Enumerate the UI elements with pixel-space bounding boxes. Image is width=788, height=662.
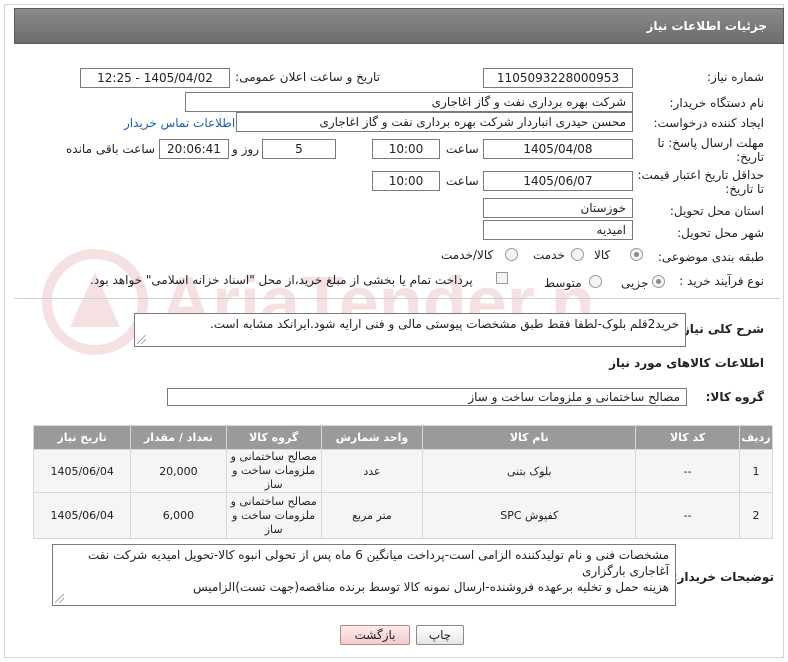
buyer-org-label: نام دستگاه خریدار: bbox=[669, 96, 765, 110]
print-button[interactable]: چاپ bbox=[416, 625, 464, 645]
buyer-contact-link[interactable]: اطلاعات تماس خریدار bbox=[124, 116, 235, 130]
announce-datetime-label: تاریخ و ساعت اعلان عمومی: bbox=[235, 70, 380, 84]
table-row: 1 -- بلوک بتنی عدد مصالح ساختمانی و ملزو… bbox=[32, 449, 774, 493]
price-validity-time: 10:00 bbox=[372, 171, 440, 191]
reply-deadline-days: 5 bbox=[262, 139, 336, 159]
buyer-notes-line-2: آغاجاری بارگزاری bbox=[582, 564, 669, 578]
reply-deadline-time: 10:00 bbox=[372, 139, 440, 159]
resize-handle[interactable] bbox=[137, 335, 146, 344]
reply-deadline-remaining: 20:06:41 bbox=[159, 139, 229, 159]
purchase-type-option-minor: جزیی bbox=[621, 276, 649, 290]
buyer-notes-field: مشخصات فنی و نام تولیدکننده الزامی است-پ… bbox=[52, 544, 676, 606]
buyer-notes-line-3: هزینه حمل و تخلیه برعهده فروشنده-ارسال ن… bbox=[192, 580, 669, 594]
cell-qty: 20,000 bbox=[130, 449, 227, 493]
reply-deadline-date: 1405/04/08 bbox=[483, 139, 633, 159]
cell-index: 1 bbox=[738, 449, 774, 493]
goods-group-label: گروه کالا: bbox=[705, 390, 764, 404]
treasury-payment-note: پرداخت تمام یا بخشی از مبلغ خرید،از محل … bbox=[90, 273, 473, 287]
buyer-notes-label: توضیحات خریدار: bbox=[672, 570, 774, 584]
reply-deadline-label-2: تاریخ: bbox=[736, 150, 764, 164]
panel-header: جزئیات اطلاعات نیاز bbox=[14, 8, 784, 44]
city-label: شهر محل تحویل: bbox=[677, 226, 764, 240]
treasury-payment-checkbox[interactable] bbox=[496, 272, 508, 284]
cell-date: 1405/06/04 bbox=[32, 492, 132, 539]
requester-field: محسن حیدری انباردار شرکت بهره برداری نفت… bbox=[236, 112, 633, 132]
panel-title: جزئیات اطلاعات نیاز bbox=[646, 19, 767, 33]
reply-deadline-time-label: ساعت bbox=[446, 142, 479, 156]
need-number-field: 1105093228000953 bbox=[483, 68, 633, 88]
cell-name: کفپوش SPC bbox=[422, 492, 637, 539]
category-option-goods: کالا bbox=[594, 248, 611, 262]
reply-deadline-label: مهلت ارسال پاسخ: تا bbox=[657, 136, 764, 150]
cell-group: مصالح ساختمانی و ملزومات ساخت و ساز bbox=[225, 492, 322, 539]
description-text: خرید2قلم بلوک-لطفا فقط طبق مشخصات پیوستی… bbox=[209, 317, 679, 331]
category-radio-service[interactable] bbox=[571, 248, 584, 261]
goods-table: ردیف کد کالا نام کالا واحد شمارش گروه کا… bbox=[32, 425, 774, 539]
back-button[interactable]: بازگشت bbox=[340, 625, 410, 645]
cell-unit: عدد bbox=[320, 449, 424, 493]
announce-datetime-field: 1405/04/02 - 12:25 bbox=[80, 68, 230, 88]
resize-handle[interactable] bbox=[55, 594, 64, 603]
col-unit: واحد شمارش bbox=[320, 425, 424, 450]
purchase-type-option-medium: متوسط bbox=[544, 276, 582, 290]
cell-qty: 6,000 bbox=[130, 492, 227, 539]
col-name: نام کالا bbox=[422, 425, 637, 450]
purchase-type-radio-minor[interactable] bbox=[652, 275, 665, 288]
cell-name: بلوک بتنی bbox=[422, 449, 637, 493]
section-divider bbox=[14, 298, 780, 299]
buyer-notes-line-1: مشخصات فنی و نام تولیدکننده الزامی است-پ… bbox=[87, 548, 669, 562]
city-field: امیدیه bbox=[483, 220, 633, 240]
price-validity-label-2: تا تاریخ: bbox=[725, 182, 764, 196]
requester-label: ایجاد کننده درخواست: bbox=[653, 116, 764, 130]
col-code: کد کالا bbox=[635, 425, 740, 450]
col-index: ردیف bbox=[738, 425, 774, 450]
cell-index: 2 bbox=[738, 492, 774, 539]
goods-group-field: مصالح ساختمانی و ملزومات ساخت و ساز bbox=[167, 388, 687, 406]
col-qty: تعداد / مقدار bbox=[130, 425, 227, 450]
col-group: گروه کالا bbox=[225, 425, 322, 450]
price-validity-date: 1405/06/07 bbox=[483, 171, 633, 191]
col-date: تاریخ نیاز bbox=[32, 425, 132, 450]
cell-group: مصالح ساختمانی و ملزومات ساخت و ساز bbox=[225, 449, 322, 493]
cell-code: -- bbox=[635, 449, 740, 493]
goods-table-header: ردیف کد کالا نام کالا واحد شمارش گروه کا… bbox=[32, 425, 774, 450]
price-validity-time-label: ساعت bbox=[446, 174, 479, 188]
cell-code: -- bbox=[635, 492, 740, 539]
table-row: 2 -- کفپوش SPC متر مربع مصالح ساختمانی و… bbox=[32, 492, 774, 539]
reply-deadline-days-label: روز و bbox=[232, 142, 259, 156]
price-validity-label: حداقل تاریخ اعتبار قیمت: bbox=[637, 168, 764, 182]
category-option-service: خدمت bbox=[533, 248, 565, 262]
goods-section-title: اطلاعات کالاهای مورد نیاز bbox=[609, 356, 764, 370]
category-radio-goods[interactable] bbox=[630, 248, 643, 261]
cell-unit: متر مربع bbox=[320, 492, 424, 539]
purchase-type-label: نوع فرآیند خرید : bbox=[679, 274, 764, 288]
buyer-org-field: شرکت بهره برداری نفت و گاز اغاجاری bbox=[185, 92, 633, 112]
need-number-label: شماره نیاز: bbox=[707, 70, 764, 84]
category-radio-goods-service[interactable] bbox=[505, 248, 518, 261]
cell-date: 1405/06/04 bbox=[32, 449, 132, 493]
province-label: استان محل تحویل: bbox=[669, 204, 764, 218]
purchase-type-radio-medium[interactable] bbox=[589, 275, 602, 288]
description-field: خرید2قلم بلوک-لطفا فقط طبق مشخصات پیوستی… bbox=[134, 313, 686, 347]
reply-deadline-remaining-label: ساعت باقی مانده bbox=[66, 142, 156, 156]
province-field: خوزستان bbox=[483, 198, 633, 218]
category-option-goods-service: کالا/خدمت bbox=[441, 248, 494, 262]
category-label: طبقه بندی موضوعی: bbox=[657, 250, 764, 264]
description-label: شرح کلی نیاز: bbox=[678, 322, 764, 336]
